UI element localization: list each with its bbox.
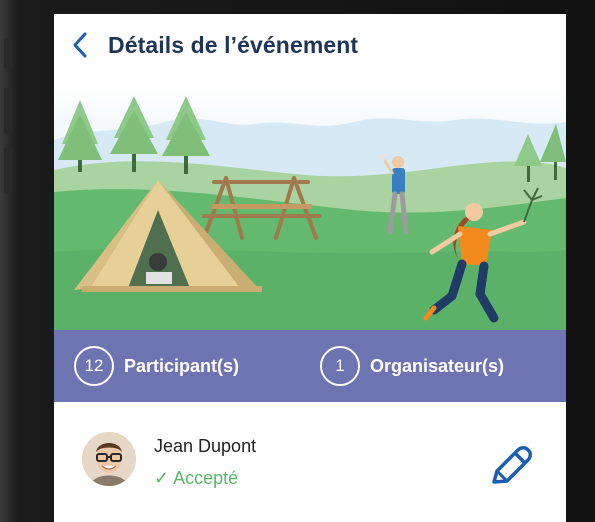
phone-volume-down-button — [4, 148, 12, 194]
organizers-label: Organisateur(s) — [370, 355, 505, 376]
phone-volume-up-button — [4, 88, 12, 134]
back-button[interactable] — [66, 30, 96, 60]
chevron-left-icon — [73, 32, 87, 58]
event-illustration — [54, 82, 566, 330]
member-row: Jean Dupont ✓ Accepté — [54, 402, 566, 522]
edit-button[interactable] — [486, 440, 536, 490]
organizers-count: 1 — [320, 346, 360, 386]
phone-frame: Détails de l’événement 12 Participant(s)… — [0, 0, 595, 522]
member-name: Jean Dupont — [154, 436, 257, 456]
participants-stat[interactable]: 12 Participant(s) — [74, 344, 239, 388]
avatar — [82, 432, 136, 486]
page-title: Détails de l’événement — [108, 32, 359, 58]
participants-count: 12 — [74, 346, 114, 386]
phone-side-button — [4, 38, 12, 68]
app-screen: Détails de l’événement 12 Participant(s)… — [54, 14, 566, 522]
member-status-accepted: ✓ Accepté — [154, 468, 239, 488]
event-stats-bar: 12 Participant(s) 1 Organisateur(s) — [54, 330, 566, 402]
participants-label: Participant(s) — [124, 355, 240, 376]
organizers-stat[interactable]: 1 Organisateur(s) — [320, 344, 504, 388]
pencil-icon — [492, 446, 532, 484]
app-header: Détails de l’événement — [54, 14, 566, 82]
